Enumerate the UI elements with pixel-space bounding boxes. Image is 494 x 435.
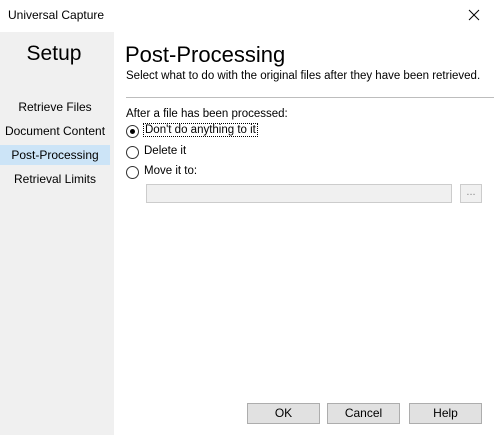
move-path-input[interactable] bbox=[146, 184, 452, 203]
radio-label: Move it to: bbox=[144, 165, 198, 177]
radio-button[interactable] bbox=[126, 125, 139, 138]
page-subtitle: Select what to do with the original file… bbox=[126, 70, 481, 82]
sidebar: Setup Retrieve Files Document Content Po… bbox=[0, 32, 114, 435]
radio-selected-dot bbox=[130, 129, 135, 134]
sidebar-item-post-processing[interactable]: Post-Processing bbox=[0, 145, 110, 165]
window-title: Universal Capture bbox=[8, 8, 105, 22]
sidebar-item-retrieve-files[interactable]: Retrieve Files bbox=[0, 97, 110, 117]
radio-label: Don't do anything to it bbox=[143, 123, 258, 137]
sidebar-item-document-content[interactable]: Document Content bbox=[0, 121, 110, 141]
browse-button[interactable]: ... bbox=[460, 184, 482, 203]
radio-button[interactable] bbox=[126, 166, 139, 179]
radio-button[interactable] bbox=[126, 146, 139, 159]
close-icon bbox=[468, 9, 480, 21]
header-separator bbox=[126, 97, 494, 98]
ok-button[interactable]: OK bbox=[247, 403, 320, 424]
help-button[interactable]: Help bbox=[409, 403, 482, 424]
sidebar-heading: Setup bbox=[26, 42, 82, 65]
main-panel: Post-Processing Select what to do with t… bbox=[114, 32, 494, 435]
title-bar: Universal Capture bbox=[0, 0, 494, 32]
sidebar-item-retrieval-limits[interactable]: Retrieval Limits bbox=[0, 169, 110, 189]
close-button[interactable] bbox=[454, 0, 494, 30]
radio-label: Delete it bbox=[144, 145, 187, 157]
page-title: Post-Processing bbox=[125, 42, 286, 67]
options-group-label: After a file has been processed: bbox=[126, 108, 288, 120]
cancel-button[interactable]: Cancel bbox=[327, 403, 400, 424]
